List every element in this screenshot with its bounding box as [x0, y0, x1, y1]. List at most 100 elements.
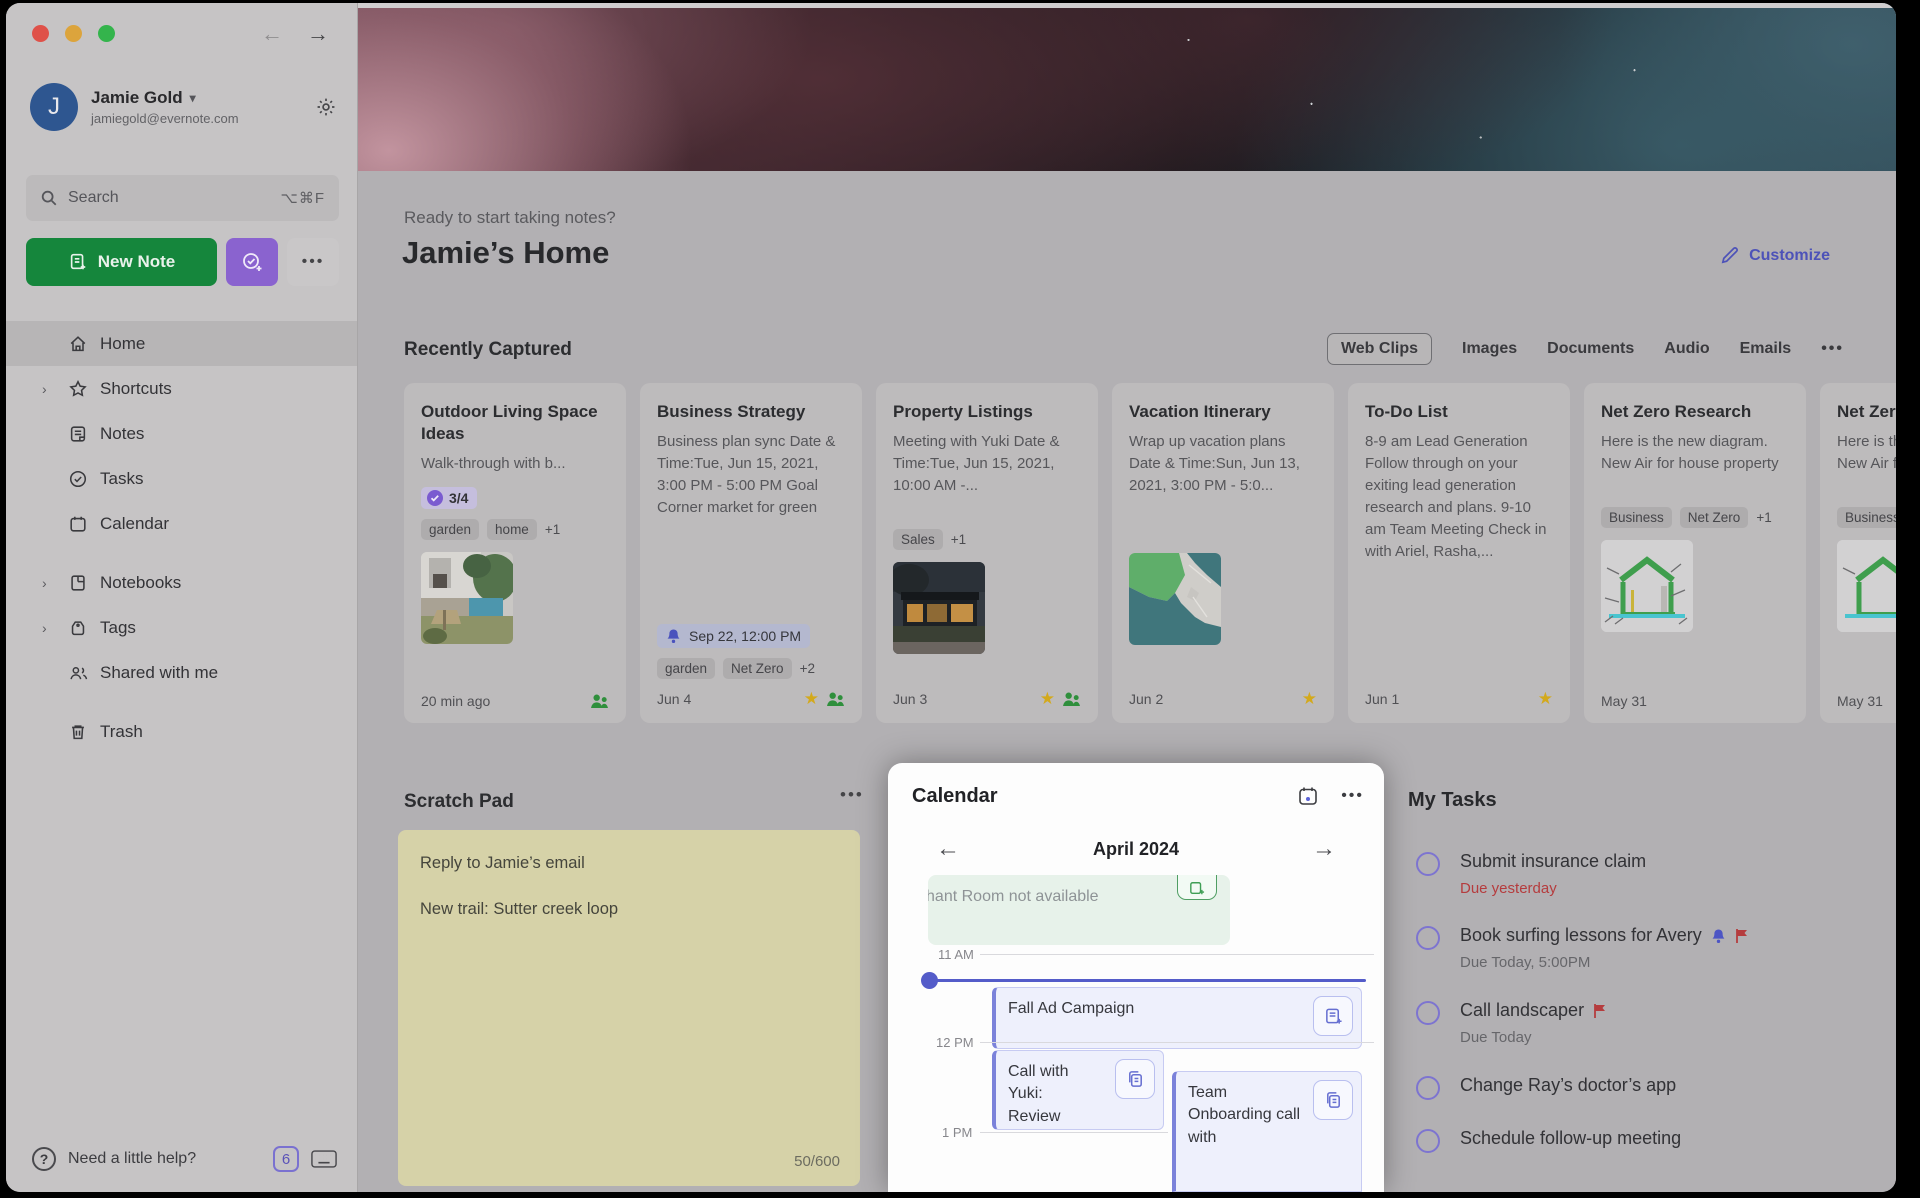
sidebar-item-home[interactable]: Home	[6, 321, 357, 366]
filter-web-clips[interactable]: Web Clips	[1327, 333, 1432, 365]
current-time-dot	[921, 972, 938, 989]
tag-more: +1	[545, 522, 560, 537]
task-row: Schedule follow-up meeting	[1416, 1128, 1886, 1149]
sidebar-item-shortcuts[interactable]: › Shortcuts	[6, 366, 357, 411]
task-row: Submit insurance claim Due yesterday	[1416, 851, 1886, 897]
note-card[interactable]: Business Strategy Business plan sync Dat…	[640, 383, 862, 723]
task-checkbox[interactable]	[1416, 926, 1440, 950]
sidebar-item-shared-with-me[interactable]: Shared with me	[6, 650, 357, 695]
calendar-today-icon[interactable]	[1297, 785, 1319, 807]
forward-arrow-icon[interactable]: →	[307, 21, 329, 47]
pencil-icon	[1720, 246, 1739, 265]
note-date: May 31	[1837, 693, 1896, 709]
star-icon: ★	[1538, 689, 1553, 709]
zoom-button[interactable]	[98, 25, 115, 42]
calendar-more-icon[interactable]: •••	[1341, 787, 1364, 805]
copy-note-icon[interactable]	[1313, 1080, 1353, 1120]
note-card[interactable]: To-Do List 8-9 am Lead Generation Follow…	[1348, 383, 1570, 723]
note-date: Jun 4	[657, 691, 804, 707]
note-card[interactable]: Property Listings Meeting with Yuki Date…	[876, 383, 1098, 723]
sidebar-item-notes[interactable]: Notes	[6, 411, 357, 456]
check-circle-icon	[427, 490, 443, 506]
gear-icon[interactable]	[315, 96, 337, 118]
account-switcher[interactable]: J Jamie Gold ▾ jamiegold@evernote.com	[30, 83, 337, 131]
traffic-lights	[32, 25, 115, 42]
task-checkbox[interactable]	[1416, 1001, 1440, 1025]
filter-more-icon[interactable]: •••	[1821, 340, 1844, 358]
next-month-arrow[interactable]: →	[1312, 835, 1336, 863]
customize-button[interactable]: Customize	[1720, 246, 1830, 265]
tag-chip[interactable]: Sales	[893, 529, 943, 550]
back-arrow-icon[interactable]: ←	[261, 21, 283, 47]
filter-emails[interactable]: Emails	[1740, 340, 1792, 358]
scratch-pad-more-icon[interactable]: •••	[840, 785, 864, 805]
shared-icon	[826, 691, 845, 707]
task-row: Call landscaper Due Today	[1416, 1000, 1886, 1046]
scratch-pad-input[interactable]: Reply to Jamie’s email New trail: Sutter…	[398, 830, 860, 1186]
note-card[interactable]: Net Zero Research Here is the new diagra…	[1584, 383, 1806, 723]
keyboard-icon[interactable]	[311, 1150, 337, 1168]
note-thumbnail-map	[1129, 553, 1221, 645]
search-input[interactable]: Search ⌥⌘F	[26, 175, 339, 221]
task-row: Change Ray’s doctor’s app	[1416, 1075, 1886, 1096]
page-title: Jamie’s Home	[402, 235, 609, 271]
calendar-event-fall-ad[interactable]: Fall Ad Campaign	[992, 987, 1362, 1049]
tag-chip[interactable]: Business	[1601, 507, 1672, 528]
task-checkbox[interactable]	[1416, 852, 1440, 876]
note-add-icon[interactable]	[1177, 875, 1217, 900]
new-task-button[interactable]	[226, 238, 278, 286]
search-shortcut: ⌥⌘F	[281, 189, 325, 207]
screen: ← → J Jamie Gold ▾ jamiegold@evernote.co…	[0, 0, 1920, 1198]
sidebar-item-tasks[interactable]: Tasks	[6, 456, 357, 501]
note-card[interactable]: Vacation Itinerary Wrap up vacation plan…	[1112, 383, 1334, 723]
task-row: Book surfing lessons for Avery Due Today…	[1416, 925, 1886, 971]
my-tasks-heading: My Tasks	[1408, 789, 1497, 812]
note-thumbnail-sketch	[1837, 540, 1896, 632]
help-icon[interactable]: ?	[32, 1147, 56, 1171]
help-label[interactable]: Need a little help?	[68, 1150, 273, 1168]
tag-icon	[68, 618, 88, 638]
note-card[interactable]: Outdoor Living Space Ideas Walk-through …	[404, 383, 626, 723]
tag-chip[interactable]: garden	[421, 519, 479, 540]
new-note-button[interactable]: New Note	[26, 238, 217, 286]
calendar-widget: Calendar ••• ← April 2024 → Elephant Roo…	[888, 763, 1384, 1192]
minimize-button[interactable]	[65, 25, 82, 42]
filter-images[interactable]: Images	[1462, 340, 1517, 358]
tag-chip[interactable]: Net Zero	[723, 658, 792, 679]
tag-chip[interactable]: Business	[1837, 507, 1896, 528]
chevron-right-icon[interactable]: ›	[42, 620, 47, 636]
close-button[interactable]	[32, 25, 49, 42]
filter-audio[interactable]: Audio	[1664, 340, 1709, 358]
copy-note-icon[interactable]	[1115, 1059, 1155, 1099]
recently-captured-cards: Outdoor Living Space Ideas Walk-through …	[404, 383, 1896, 725]
tag-chip[interactable]: home	[487, 519, 537, 540]
tag-chip[interactable]: Net Zero	[1680, 507, 1749, 528]
calendar-event-onboarding[interactable]: Team Onboarding call with	[1172, 1071, 1362, 1192]
more-actions-button[interactable]: •••	[287, 238, 339, 286]
sidebar-item-notebooks[interactable]: › Notebooks	[6, 560, 357, 605]
tag-more: +2	[800, 661, 815, 676]
task-checkbox[interactable]	[1416, 1076, 1440, 1100]
star-icon	[68, 379, 88, 399]
tag-chip[interactable]: garden	[657, 658, 715, 679]
chevron-right-icon[interactable]: ›	[42, 381, 47, 397]
account-name: Jamie Gold	[91, 88, 183, 108]
calendar-month-label: April 2024	[960, 839, 1312, 860]
account-email: jamiegold@evernote.com	[91, 111, 315, 126]
sidebar-item-trash[interactable]: Trash	[6, 709, 357, 754]
time-label: 1 PM	[942, 1125, 972, 1140]
sidebar-item-calendar[interactable]: Calendar	[6, 501, 357, 546]
bell-icon	[666, 628, 681, 644]
star-icon: ★	[1040, 689, 1055, 709]
sidebar-item-tags[interactable]: › Tags	[6, 605, 357, 650]
chevron-right-icon[interactable]: ›	[42, 575, 47, 591]
avatar: J	[30, 83, 78, 131]
note-card[interactable]: Net Zero Research Here is the new diagra…	[1820, 383, 1896, 723]
calendar-event-yuki[interactable]: Call with Yuki: Review	[992, 1050, 1164, 1130]
previous-month-arrow[interactable]: ←	[936, 835, 960, 863]
filter-documents[interactable]: Documents	[1547, 340, 1634, 358]
note-add-icon	[68, 252, 88, 272]
note-add-icon[interactable]	[1313, 996, 1353, 1036]
task-checkbox[interactable]	[1416, 1129, 1440, 1153]
calendar-event-room[interactable]: Elephant Room not available	[928, 875, 1230, 945]
